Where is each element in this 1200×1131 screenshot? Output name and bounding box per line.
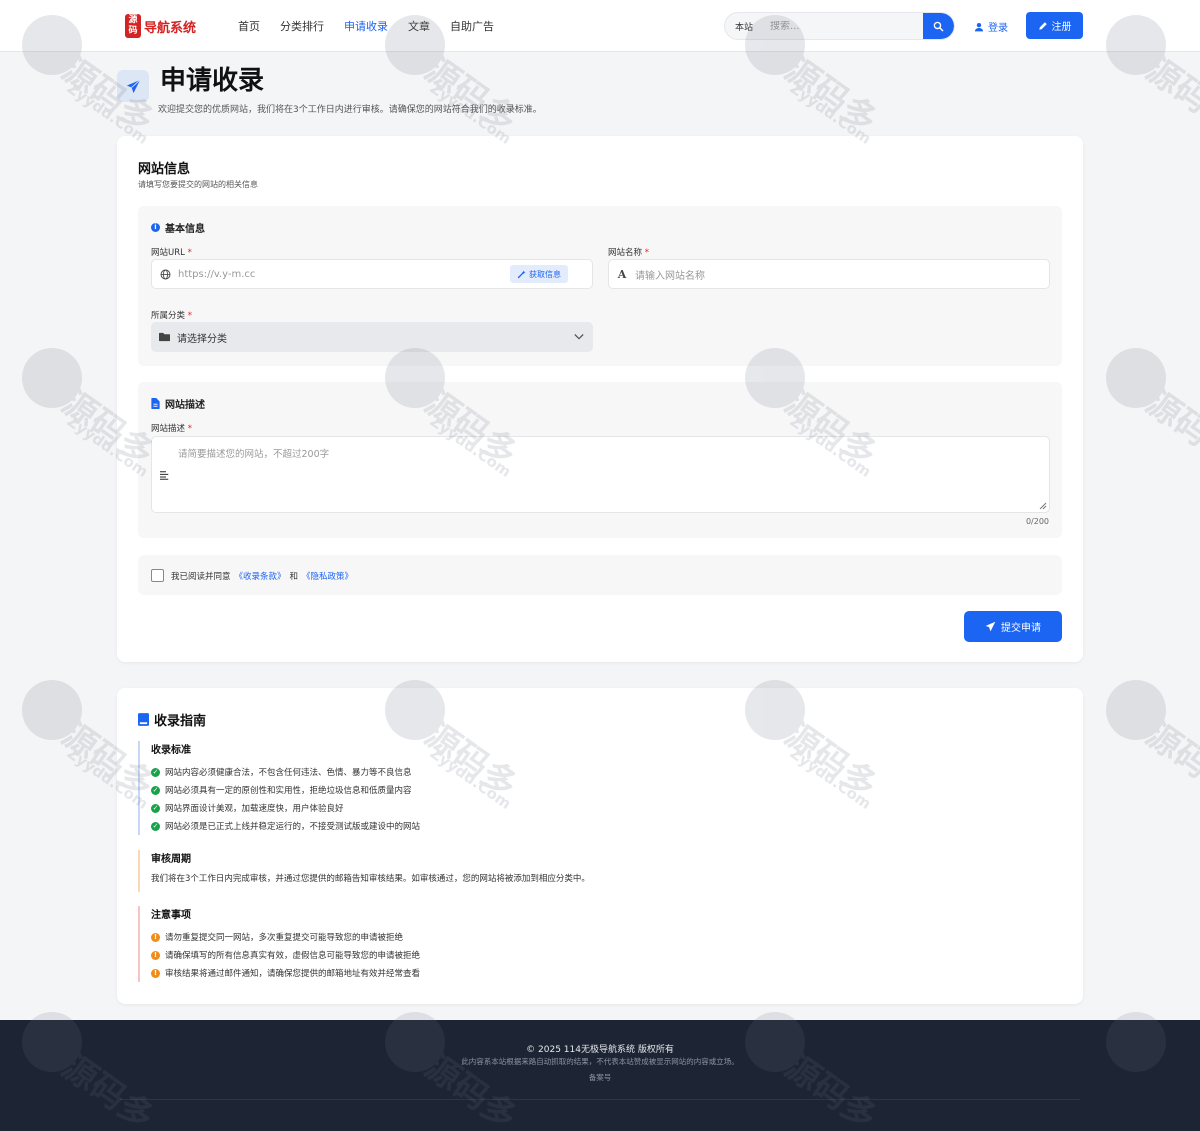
login-link[interactable]: 登录 (974, 19, 1008, 34)
register-button[interactable]: 注册 (1026, 12, 1083, 39)
document-icon (151, 398, 160, 409)
description-heading: 网站描述 (151, 396, 205, 411)
description-placeholder: 请简要描述您的网站，不超过200字 (178, 449, 330, 460)
register-label: 注册 (1051, 22, 1072, 33)
magic-wand-icon (517, 270, 526, 278)
url-placeholder: https://v.y-m.cc (178, 268, 256, 280)
description-label: 网站描述 * (151, 424, 192, 434)
guide-title: 收录指南 (138, 710, 206, 729)
warning-icon: ! (151, 932, 160, 942)
page-title-icon (117, 70, 149, 102)
globe-icon (152, 269, 178, 280)
site-info-card: 网站信息 请填写您要提交的网站的相关信息 i 基本信息 网站URL * http… (117, 136, 1083, 662)
search-input[interactable] (770, 20, 920, 32)
notes-heading: 注意事项 (151, 910, 191, 921)
list-item: ✓ 网站必须是已正式上线并稳定运行的，不接受测试版或建设中的网站 (151, 821, 421, 832)
page-title: 申请收录 (160, 66, 265, 96)
fetch-info-button[interactable]: 获取信息 (510, 265, 568, 283)
book-icon (138, 713, 149, 726)
list-item: ! 请勿重复提交同一网站，多次重复提交可能导致您的申请被拒绝 (151, 928, 420, 946)
nav-ranking[interactable]: 分类排行 (280, 18, 324, 34)
align-left-icon (160, 471, 169, 480)
standards-block: 收录标准 ✓ 网站内容必须健康合法，不包含任何违法、色情、暴力等不良信息 ✓ 网站必… (138, 741, 420, 835)
list-item: ✓ 网站内容必须健康合法，不包含任何违法、色情、暴力等不良信息 (151, 767, 412, 778)
logo-text: 导航系统 (144, 20, 197, 36)
site-info-title: 网站信息 (138, 162, 191, 177)
search-scope-select[interactable]: 本站 (735, 20, 763, 33)
top-header: 源码 导航系统 首页 分类排行 申请收录 文章 自助广告 本站 登录 注册 (0, 0, 1200, 52)
footer-divider (120, 1099, 1080, 1100)
resize-handle-icon[interactable] (1039, 502, 1047, 510)
name-placeholder: 请输入网站名称 (635, 270, 705, 282)
footer-icp[interactable]: 备案号 (0, 1072, 1200, 1083)
guide-card: 收录指南 收录标准 ✓ 网站内容必须健康合法，不包含任何违法、色情、暴力等不良信息… (117, 688, 1083, 1004)
paper-plane-icon (126, 79, 140, 93)
search-button[interactable] (923, 13, 954, 39)
standards-heading: 收录标准 (151, 745, 191, 756)
pencil-icon (1038, 21, 1047, 30)
search-icon (933, 21, 944, 31)
description-textarea[interactable]: 请简要描述您的网站，不超过200字 (151, 436, 1050, 513)
url-field[interactable]: https://v.y-m.cc 获取信息 (151, 259, 593, 289)
submit-label: 提交申请 (1001, 623, 1041, 634)
category-select[interactable]: 请选择分类 (151, 322, 593, 352)
basic-info-heading: i 基本信息 (151, 220, 205, 235)
description-counter: 0/200 (1025, 517, 1049, 526)
basic-info-section: i 基本信息 网站URL * https://v.y-m.cc 获取信息 网站名… (138, 206, 1062, 366)
list-item: ✓ 网站必须具有一定的原创性和实用性，拒绝垃圾信息和低质量内容 (151, 785, 412, 796)
user-icon (974, 22, 984, 31)
check-circle-icon: ✓ (151, 767, 160, 777)
url-label: 网站URL * (151, 248, 192, 258)
site-logo[interactable]: 源码 导航系统 (125, 13, 196, 39)
check-circle-icon: ✓ (151, 821, 160, 831)
basic-info-heading-text: 基本信息 (165, 224, 205, 235)
nav-articles[interactable]: 文章 (408, 18, 430, 34)
login-label: 登录 (988, 23, 1008, 34)
paper-plane-icon (985, 621, 996, 632)
nav-self-ads[interactable]: 自助广告 (450, 18, 494, 34)
description-section: 网站描述 网站描述 * 请简要描述您的网站，不超过200字 0/200 (138, 382, 1062, 538)
chevron-down-icon (574, 334, 584, 340)
submit-button[interactable]: 提交申请 (964, 611, 1062, 642)
nav-home[interactable]: 首页 (238, 18, 260, 34)
search-bar: 本站 (724, 12, 955, 40)
font-icon: A (617, 267, 627, 281)
check-circle-icon: ✓ (151, 785, 160, 795)
logo-icon: 源码 (125, 14, 141, 38)
check-circle-icon: ✓ (151, 803, 160, 813)
category-value: 请选择分类 (177, 333, 227, 345)
list-item: ! 请确保填写的所有信息真实有效，虚假信息可能导致您的申请被拒绝 (151, 946, 420, 964)
site-info-subtitle: 请填写您要提交的网站的相关信息 (138, 180, 258, 189)
description-heading-text: 网站描述 (165, 400, 205, 411)
footer: © 2025 114无极导航系统 版权所有 此内容系本站根据来路自动抓取的结果，… (0, 1020, 1200, 1131)
name-field[interactable]: A 请输入网站名称 (608, 259, 1050, 289)
cycle-text: 我们将在3个工作日内完成审核，并通过您提供的邮箱告知审核结果。如审核通过，您的网… (151, 874, 590, 884)
agreement-section: 我已阅读并同意 《收录条款》 和 《隐私政策》 (138, 555, 1062, 595)
info-icon: i (151, 223, 160, 232)
page-subtitle: 欢迎提交您的优质网站，我们将在3个工作日内进行审核。请确保您的网站符合我们的收录… (158, 105, 542, 115)
cycle-block: 审核周期 我们将在3个工作日内完成审核，并通过您提供的邮箱告知审核结果。如审核通… (138, 850, 590, 892)
agree-and: 和 (289, 571, 299, 582)
privacy-link[interactable]: 《隐私政策》 (302, 570, 353, 582)
footer-copyright: © 2025 114无极导航系统 版权所有 (526, 1045, 674, 1055)
folder-icon (151, 332, 177, 342)
terms-link[interactable]: 《收录条款》 (235, 570, 286, 582)
warning-icon: ! (151, 950, 160, 960)
category-label: 所属分类 * (151, 311, 192, 321)
cycle-heading: 审核周期 (151, 854, 191, 865)
nav-apply[interactable]: 申请收录 (344, 18, 388, 34)
agree-prefix: 我已阅读并同意 (171, 571, 231, 582)
warning-icon: ! (151, 968, 160, 978)
guide-title-text: 收录指南 (154, 714, 207, 729)
notes-block: 注意事项 ! 请勿重复提交同一网站，多次重复提交可能导致您的申请被拒绝 ! 请确保填… (138, 906, 420, 982)
agreement-row: 我已阅读并同意 《收录条款》 和 《隐私政策》 (151, 569, 357, 582)
list-item: ! 审核结果将通过邮件通知，请确保您提供的邮箱地址有效并经常查看 (151, 964, 420, 982)
fetch-info-label: 获取信息 (529, 269, 561, 279)
name-label: 网站名称 * (608, 248, 649, 258)
footer-disclaimer: 此内容系本站根据来路自动抓取的结果，不代表本站赞成被显示网站的内容或立场。 (461, 1057, 739, 1066)
main-nav: 首页 分类排行 申请收录 文章 自助广告 (238, 18, 494, 34)
agree-checkbox[interactable] (151, 569, 164, 582)
list-item: ✓ 网站界面设计美观，加载速度快，用户体验良好 (151, 803, 344, 814)
